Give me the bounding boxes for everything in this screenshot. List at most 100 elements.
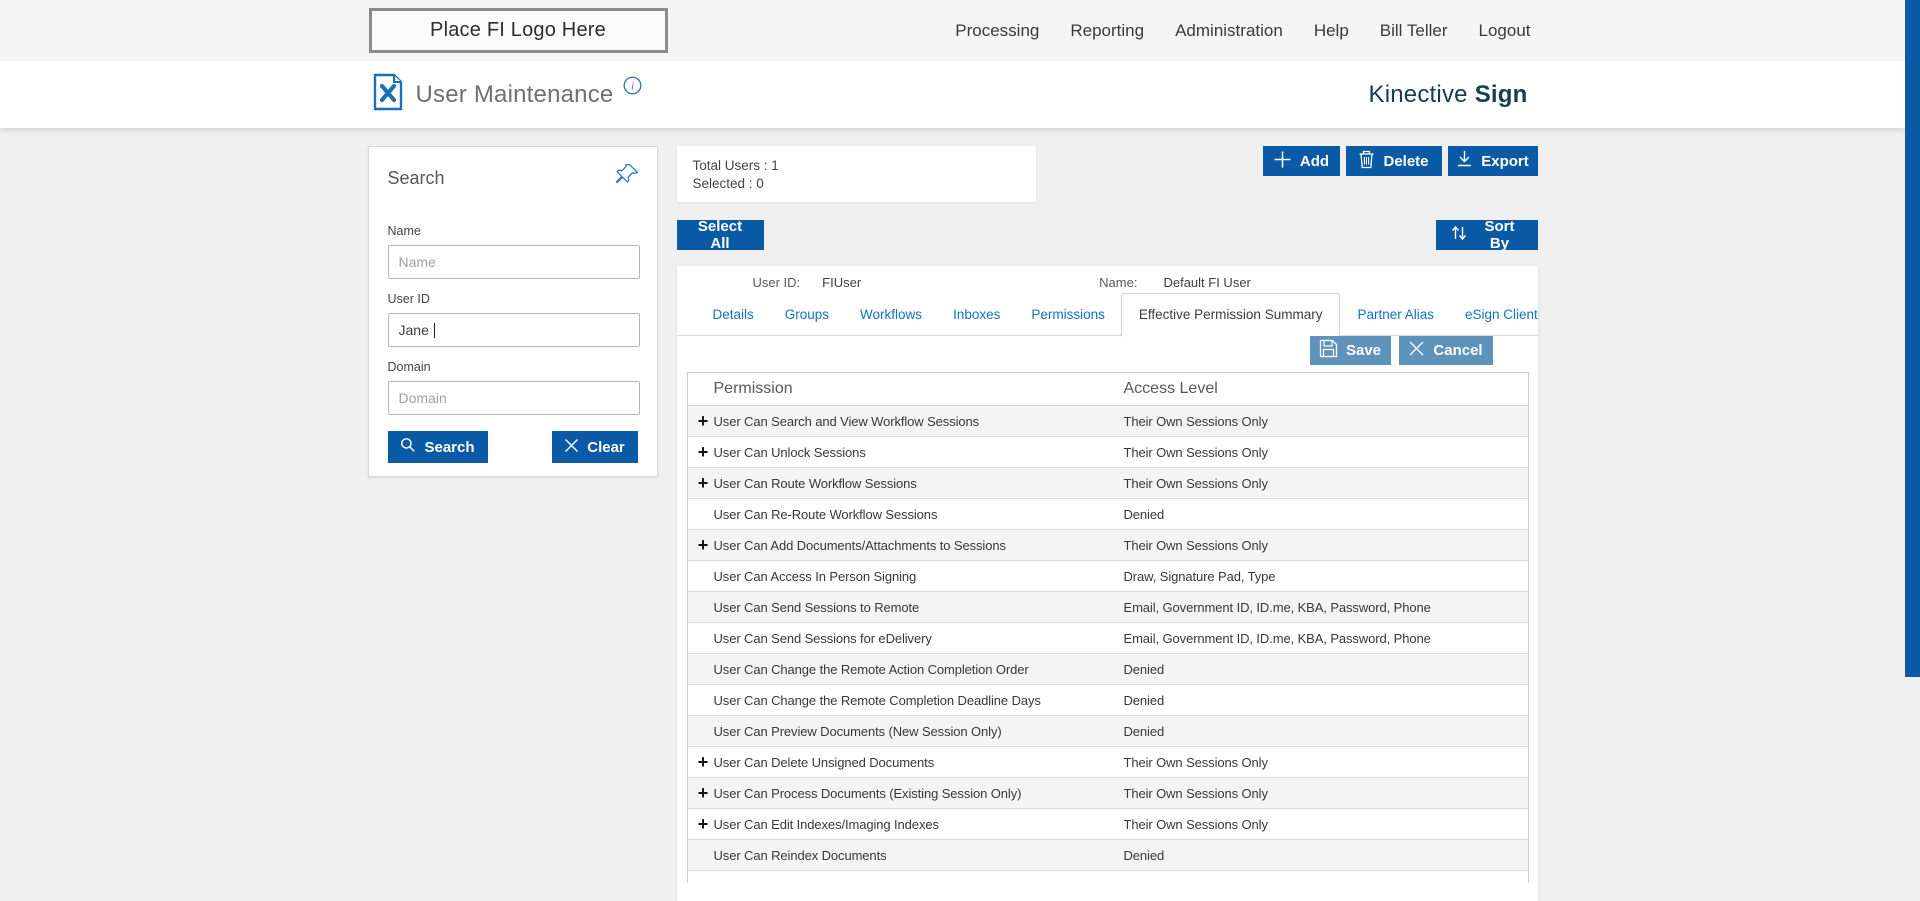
brand-primary: Kinective (1368, 80, 1468, 108)
nav-item-bill-teller[interactable]: Bill Teller (1380, 21, 1448, 41)
tab-inboxes[interactable]: Inboxes (953, 307, 1000, 322)
tab-permissions[interactable]: Permissions (1031, 307, 1105, 322)
main-content: Total Users : 1 Selected : 0 Add Delete … (676, 146, 1538, 901)
tab-groups[interactable]: Groups (785, 307, 829, 322)
scrollbar-thumb[interactable] (1905, 0, 1920, 677)
export-button[interactable]: Export (1447, 146, 1538, 176)
permission-cell: User Can Reindex Documents (713, 847, 887, 863)
search-panel-title: Search (387, 168, 445, 188)
expand-plus-icon[interactable]: + (688, 536, 714, 554)
user-detail-card: User ID: FIUser Name: Default FI User De… (676, 266, 1538, 901)
permission-cell: User Can Process Documents (Existing Ses… (713, 785, 1022, 801)
clear-button[interactable]: Clear (551, 431, 638, 463)
sort-arrows-icon (1450, 224, 1468, 246)
close-icon (564, 438, 579, 457)
table-row-partial (687, 871, 1528, 883)
access-level-cell: Email, Government ID, ID.me, KBA, Passwo… (1123, 599, 1431, 615)
permission-cell: User Can Change the Remote Completion De… (713, 692, 1041, 708)
expand-plus-icon[interactable]: + (688, 443, 714, 461)
user-name-value: Default FI User (1163, 275, 1251, 290)
pin-icon[interactable] (613, 161, 641, 189)
user-id-field-label: User ID (387, 292, 430, 306)
table-row: User Can Preview Documents (New Session … (687, 716, 1528, 747)
access-level-cell: Their Own Sessions Only (1123, 816, 1268, 832)
user-maintenance-icon (373, 73, 403, 116)
select-all-button[interactable]: Select All (676, 218, 764, 252)
tab-details[interactable]: Details (713, 307, 754, 322)
summary-box: Total Users : 1 Selected : 0 (676, 146, 1036, 202)
page-title: User Maintenance (415, 80, 614, 108)
nav-item-help[interactable]: Help (1314, 21, 1349, 41)
top-navigation: Processing Reporting Administration Help Bil… (955, 0, 1530, 61)
table-row: + User Can Add Documents/Attachments to … (687, 530, 1528, 561)
search-button[interactable]: Search (387, 431, 488, 463)
column-header-permission: Permission (713, 380, 793, 397)
tab-effective-permission-summary[interactable]: Effective Permission Summary (1120, 292, 1341, 337)
tab-partner-alias[interactable]: Partner Alias (1357, 307, 1434, 322)
plus-icon (1273, 150, 1292, 173)
info-icon[interactable]: i (623, 75, 642, 100)
brand-secondary: Sign (1474, 80, 1528, 108)
tab-esign-client[interactable]: eSign Client (1465, 307, 1538, 322)
table-row: User Can Change the Remote Completion De… (687, 685, 1528, 716)
tab-workflows[interactable]: Workflows (860, 307, 922, 322)
access-level-cell: Their Own Sessions Only (1123, 785, 1268, 801)
app-header: User Maintenance i Kinective Sign (0, 61, 1905, 128)
table-row: User Can Send Sessions for eDelivery Ema… (687, 623, 1528, 654)
nav-item-processing[interactable]: Processing (955, 21, 1039, 41)
sort-by-button[interactable]: Sort By (1435, 218, 1538, 252)
tab-strip: Details Groups Workflows Inboxes Permissions… (676, 292, 1538, 337)
floppy-save-icon (1319, 339, 1338, 362)
save-button[interactable]: Save (1309, 336, 1391, 365)
access-level-cell: Email, Government ID, ID.me, KBA, Passwo… (1123, 630, 1431, 646)
search-panel: Search Name User ID (367, 146, 658, 477)
nav-item-administration[interactable]: Administration (1175, 21, 1283, 41)
nav-item-reporting[interactable]: Reporting (1070, 21, 1144, 41)
nav-item-logout[interactable]: Logout (1479, 21, 1531, 41)
brand-logo: Kinective Sign (1369, 61, 1528, 128)
table-row: + User Can Process Documents (Existing S… (687, 778, 1528, 809)
add-user-button[interactable]: Add (1262, 146, 1340, 176)
column-header-access-level: Access Level (1123, 380, 1218, 397)
cancel-button[interactable]: Cancel (1398, 336, 1493, 365)
permissions-table: Permission Access Level + User Can Searc… (686, 372, 1529, 883)
permission-cell: User Can Send Sessions for eDelivery (713, 630, 932, 646)
table-row: User Can Re-Route Workflow Sessions Deni… (687, 499, 1528, 530)
svg-text:i: i (631, 80, 634, 92)
expand-plus-icon[interactable]: + (688, 815, 714, 833)
permission-cell: User Can Change the Remote Action Comple… (713, 661, 1029, 677)
table-row: + User Can Delete Unsigned Documents The… (687, 747, 1528, 778)
access-level-cell: Their Own Sessions Only (1123, 537, 1268, 553)
expand-plus-icon[interactable]: + (688, 784, 714, 802)
access-level-cell: Denied (1123, 506, 1165, 522)
delete-user-button[interactable]: Delete (1345, 146, 1442, 176)
domain-field-label: Domain (387, 360, 431, 374)
table-row: + User Can Search and View Workflow Sess… (687, 406, 1528, 437)
name-input[interactable] (387, 245, 640, 279)
access-level-cell: Denied (1123, 723, 1165, 739)
table-row: + User Can Route Workflow Sessions Their… (687, 468, 1528, 499)
permission-cell: User Can Preview Documents (New Session … (713, 723, 1002, 739)
user-id-value: FIUser (822, 275, 862, 290)
name-field-label: Name (387, 224, 421, 238)
search-icon (400, 437, 416, 457)
expand-plus-icon[interactable]: + (688, 412, 714, 430)
access-level-cell: Their Own Sessions Only (1123, 754, 1268, 770)
permission-cell: User Can Unlock Sessions (713, 444, 866, 460)
access-level-cell: Their Own Sessions Only (1123, 444, 1268, 460)
access-level-cell: Denied (1123, 661, 1165, 677)
access-level-cell: Draw, Signature Pad, Type (1123, 568, 1276, 584)
permission-cell: User Can Route Workflow Sessions (713, 475, 917, 491)
text-cursor (433, 323, 435, 338)
table-header-row: Permission Access Level (687, 373, 1528, 406)
domain-input[interactable] (387, 381, 640, 415)
fi-logo-placeholder: Place FI Logo Here (368, 8, 668, 53)
expand-plus-icon[interactable]: + (688, 753, 714, 771)
total-users-count: Total Users : 1 (692, 157, 779, 173)
access-level-cell: Their Own Sessions Only (1123, 413, 1268, 429)
top-bar: Place FI Logo Here Processing Reporting Ad… (0, 0, 1905, 61)
expand-plus-icon[interactable]: + (688, 474, 714, 492)
user-id-input[interactable] (387, 313, 640, 347)
access-level-cell: Denied (1123, 847, 1165, 863)
fi-logo-text: Place FI Logo Here (430, 19, 606, 41)
